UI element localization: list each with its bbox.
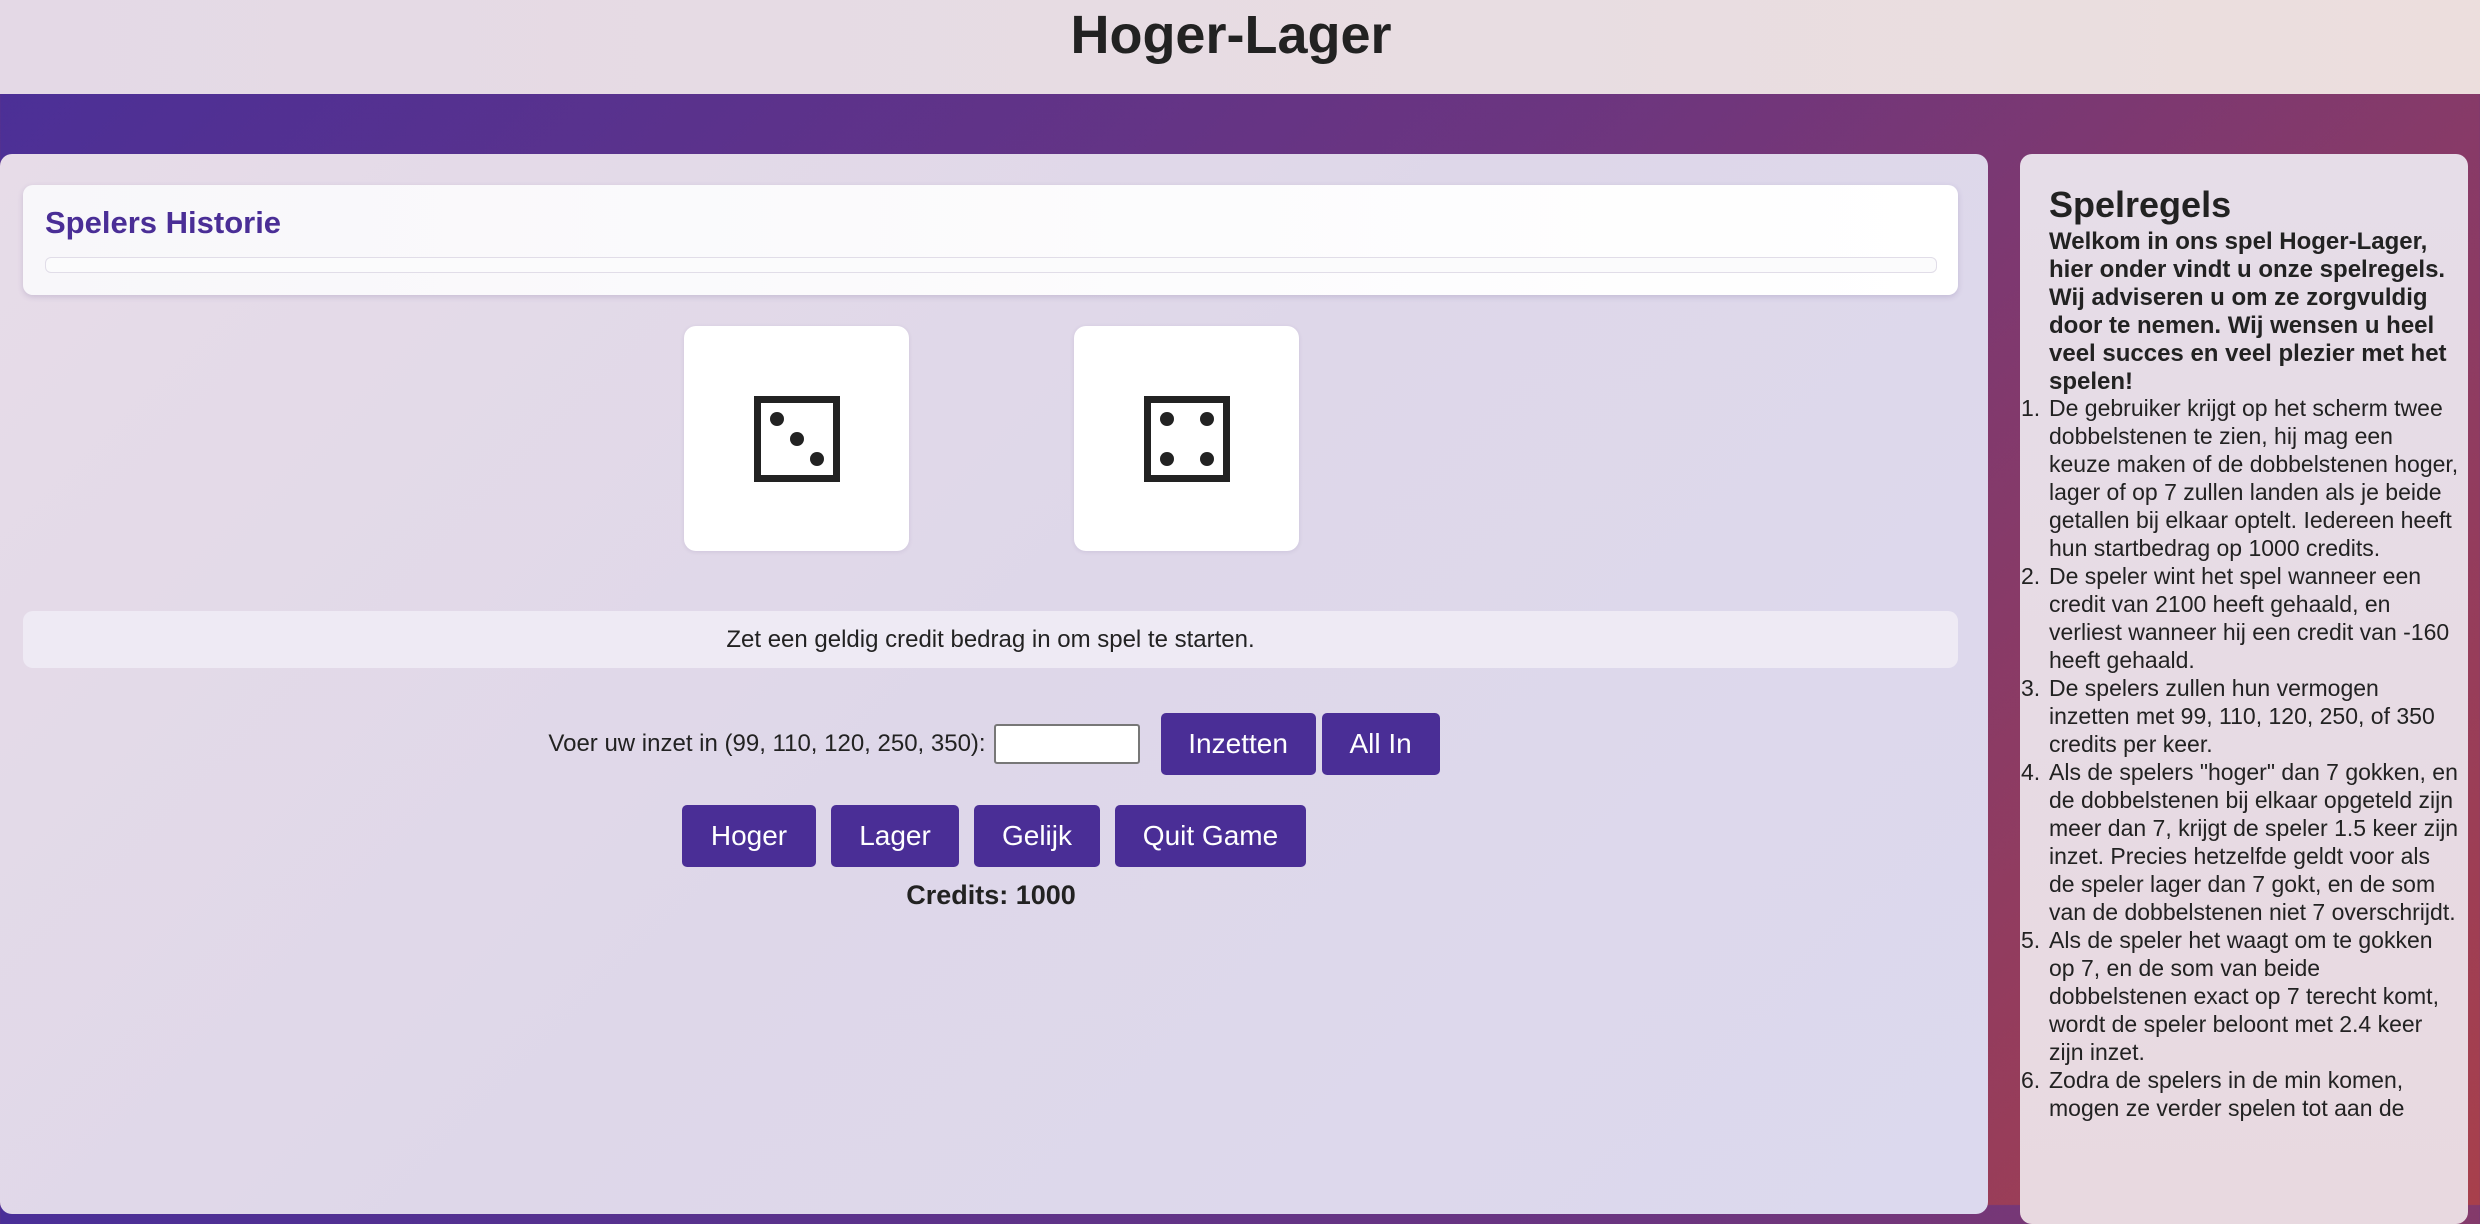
die-three-icon <box>754 396 840 482</box>
rules-intro: Welkom in ons spel Hoger-Lager, hier ond… <box>2049 228 2447 395</box>
history-title: Spelers Historie <box>45 205 282 240</box>
rules-panel: Spelregels Welkom in ons spel Hoger-Lage… <box>2020 154 2468 1224</box>
rule-item: 1. De gebruiker krijgt op het scherm twee… <box>2021 394 2459 562</box>
credits-display: Credits: 1000 <box>906 880 1076 910</box>
quit-game-button[interactable]: Quit Game <box>1115 805 1306 867</box>
lager-button[interactable]: Lager <box>831 805 959 867</box>
header-bar: Hoger-Lager <box>0 0 2480 94</box>
rule-item: 4. Als de spelers "hoger" dan 7 gokken, e… <box>2021 758 2459 926</box>
all-in-button[interactable]: All In <box>1321 713 1440 775</box>
action-row: Hoger Lager Gelijk Quit Game <box>0 805 1988 867</box>
rule-text: Als de spelers "hoger" dan 7 gokken, en … <box>2049 759 2459 925</box>
player-history-card: Spelers Historie <box>23 185 1958 295</box>
inzetten-button[interactable]: Inzetten <box>1160 713 1316 775</box>
die-left <box>684 326 909 551</box>
rule-text: Zodra de spelers in de min komen, mogen … <box>2049 1067 2405 1121</box>
rule-item: 2. De speler wint het spel wanneer een cr… <box>2021 562 2459 674</box>
rule-text: De spelers zullen hun vermogen inzetten … <box>2049 675 2435 757</box>
rule-number: 6. <box>2021 1067 2041 1093</box>
rule-item: 3. De spelers zullen hun vermogen inzette… <box>2021 674 2459 758</box>
rule-number: 2. <box>2021 563 2041 589</box>
gelijk-button[interactable]: Gelijk <box>974 805 1100 867</box>
rule-number: 1. <box>2021 395 2041 421</box>
rule-text: De gebruiker krijgt op het scherm twee d… <box>2049 395 2459 561</box>
rule-number: 3. <box>2021 675 2041 701</box>
game-panel <box>0 154 1988 1214</box>
bet-input[interactable] <box>993 724 1140 764</box>
page-title: Hoger-Lager <box>1070 5 1392 65</box>
hoger-button[interactable]: Hoger <box>682 805 816 867</box>
bet-label: Voer uw inzet in (99, 110, 120, 250, 350… <box>548 730 986 757</box>
die-right <box>1074 326 1299 551</box>
rule-number: 5. <box>2021 927 2041 953</box>
bet-row: Voer uw inzet in (99, 110, 120, 250, 350… <box>0 712 1988 776</box>
rules-title: Spelregels <box>2049 184 2232 225</box>
rule-item: 6. Zodra de spelers in de min komen, moge… <box>2021 1066 2459 1122</box>
rule-number: 4. <box>2021 759 2041 785</box>
status-message: Zet een geldig credit bedrag in om spel … <box>23 611 1958 668</box>
die-four-icon <box>1144 396 1230 482</box>
rule-text: De speler wint het spel wanneer een cred… <box>2049 563 2450 673</box>
rule-item: 5. Als de speler het waagt om te gokken o… <box>2021 926 2459 1066</box>
rules-list: 1. De gebruiker krijgt op het scherm twee… <box>2021 394 2459 1122</box>
history-list <box>45 257 1937 273</box>
rule-text: Als de speler het waagt om te gokken op … <box>2049 927 2439 1065</box>
